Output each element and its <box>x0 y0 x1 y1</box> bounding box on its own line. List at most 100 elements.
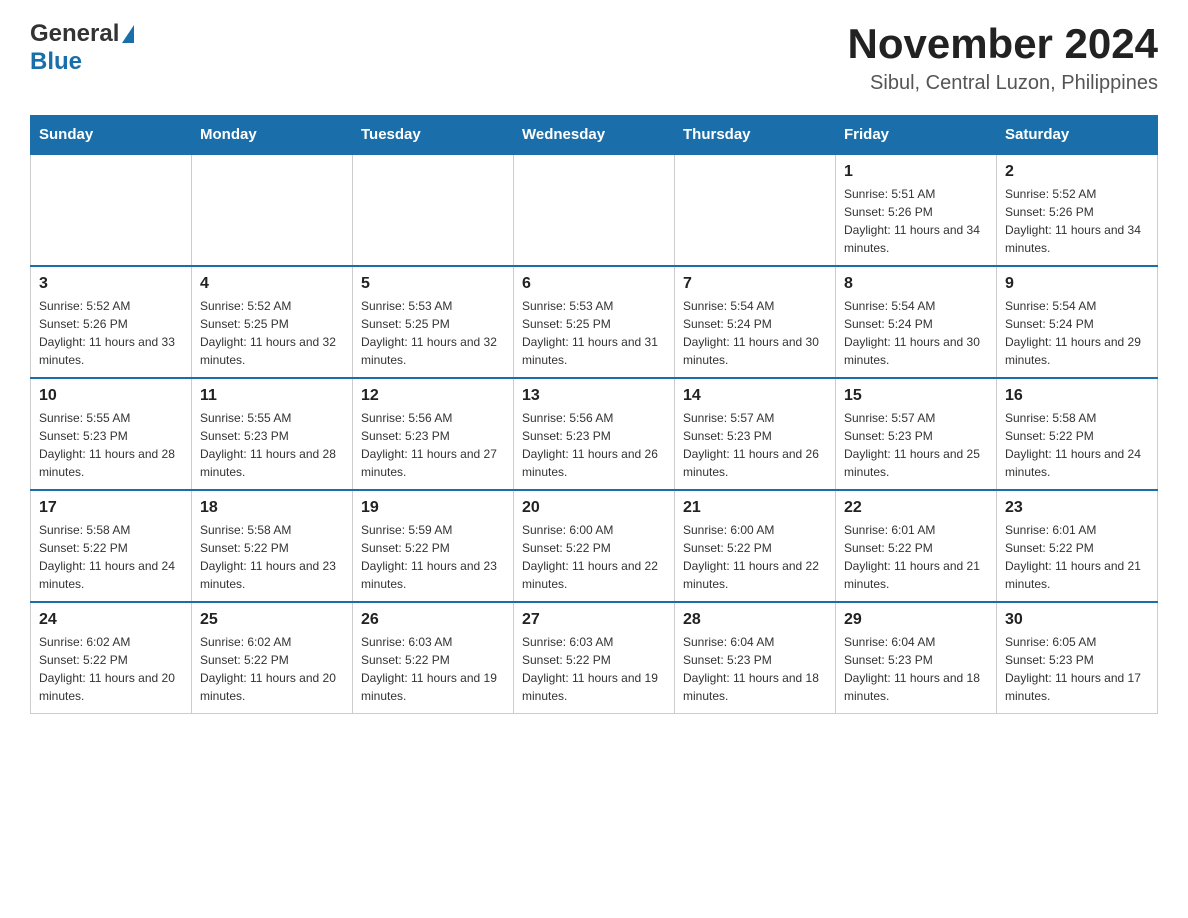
calendar-week-4: 24 Sunrise: 6:02 AMSunset: 5:22 PMDayligh… <box>31 602 1158 714</box>
day-number: 20 <box>522 499 666 517</box>
day-number: 13 <box>522 387 666 405</box>
calendar-cell: 9 Sunrise: 5:54 AMSunset: 5:24 PMDaylight… <box>997 266 1158 378</box>
day-number: 23 <box>1005 499 1149 517</box>
calendar-cell: 2 Sunrise: 5:52 AMSunset: 5:26 PMDaylight… <box>997 154 1158 266</box>
column-header-sunday: Sunday <box>31 116 192 155</box>
logo-triangle-icon <box>122 25 134 43</box>
day-info: Sunrise: 5:51 AMSunset: 5:26 PMDaylight:… <box>844 185 988 257</box>
calendar-cell: 7 Sunrise: 5:54 AMSunset: 5:24 PMDaylight… <box>675 266 836 378</box>
day-number: 12 <box>361 387 505 405</box>
day-number: 1 <box>844 163 988 181</box>
day-number: 5 <box>361 275 505 293</box>
calendar-cell: 18 Sunrise: 5:58 AMSunset: 5:22 PMDayligh… <box>192 490 353 602</box>
calendar-cell: 16 Sunrise: 5:58 AMSunset: 5:22 PMDayligh… <box>997 378 1158 490</box>
day-number: 25 <box>200 611 344 629</box>
day-info: Sunrise: 6:01 AMSunset: 5:22 PMDaylight:… <box>1005 521 1149 593</box>
column-header-monday: Monday <box>192 116 353 155</box>
calendar-week-0: 1 Sunrise: 5:51 AMSunset: 5:26 PMDaylight… <box>31 154 1158 266</box>
calendar-cell: 29 Sunrise: 6:04 AMSunset: 5:23 PMDayligh… <box>836 602 997 714</box>
day-info: Sunrise: 5:57 AMSunset: 5:23 PMDaylight:… <box>683 409 827 481</box>
day-number: 7 <box>683 275 827 293</box>
day-info: Sunrise: 5:53 AMSunset: 5:25 PMDaylight:… <box>522 297 666 369</box>
calendar-header: SundayMondayTuesdayWednesdayThursdayFrid… <box>31 116 1158 155</box>
calendar-cell: 24 Sunrise: 6:02 AMSunset: 5:22 PMDayligh… <box>31 602 192 714</box>
day-info: Sunrise: 6:03 AMSunset: 5:22 PMDaylight:… <box>361 633 505 705</box>
calendar-cell: 28 Sunrise: 6:04 AMSunset: 5:23 PMDayligh… <box>675 602 836 714</box>
day-number: 8 <box>844 275 988 293</box>
day-number: 18 <box>200 499 344 517</box>
day-number: 9 <box>1005 275 1149 293</box>
page-header: General Blue November 2024 Sibul, Centra… <box>30 20 1158 95</box>
day-info: Sunrise: 5:58 AMSunset: 5:22 PMDaylight:… <box>1005 409 1149 481</box>
logo: General Blue <box>30 20 134 76</box>
calendar-cell: 12 Sunrise: 5:56 AMSunset: 5:23 PMDayligh… <box>353 378 514 490</box>
calendar-cell: 23 Sunrise: 6:01 AMSunset: 5:22 PMDayligh… <box>997 490 1158 602</box>
day-info: Sunrise: 6:00 AMSunset: 5:22 PMDaylight:… <box>522 521 666 593</box>
calendar-cell <box>675 154 836 266</box>
calendar-cell <box>192 154 353 266</box>
calendar-cell <box>353 154 514 266</box>
calendar-cell: 3Sunrise: 5:52 AMSunset: 5:26 PMDaylight… <box>31 266 192 378</box>
day-number: 2 <box>1005 163 1149 181</box>
calendar-title: November 2024 <box>847 20 1158 68</box>
day-info: Sunrise: 6:03 AMSunset: 5:22 PMDaylight:… <box>522 633 666 705</box>
calendar-cell: 11 Sunrise: 5:55 AMSunset: 5:23 PMDayligh… <box>192 378 353 490</box>
day-number: 27 <box>522 611 666 629</box>
calendar-cell: 8 Sunrise: 5:54 AMSunset: 5:24 PMDaylight… <box>836 266 997 378</box>
day-number: 17 <box>39 499 183 517</box>
day-info: Sunrise: 5:54 AMSunset: 5:24 PMDaylight:… <box>683 297 827 369</box>
day-number: 29 <box>844 611 988 629</box>
day-number: 24 <box>39 611 183 629</box>
calendar-cell: 1 Sunrise: 5:51 AMSunset: 5:26 PMDaylight… <box>836 154 997 266</box>
day-number: 28 <box>683 611 827 629</box>
calendar-cell: 30 Sunrise: 6:05 AMSunset: 5:23 PMDayligh… <box>997 602 1158 714</box>
day-info: Sunrise: 5:54 AMSunset: 5:24 PMDaylight:… <box>844 297 988 369</box>
day-info: Sunrise: 5:54 AMSunset: 5:24 PMDaylight:… <box>1005 297 1149 369</box>
calendar-cell: 6 Sunrise: 5:53 AMSunset: 5:25 PMDaylight… <box>514 266 675 378</box>
day-info: Sunrise: 6:04 AMSunset: 5:23 PMDaylight:… <box>683 633 827 705</box>
calendar-cell: 20 Sunrise: 6:00 AMSunset: 5:22 PMDayligh… <box>514 490 675 602</box>
calendar-body: 1 Sunrise: 5:51 AMSunset: 5:26 PMDaylight… <box>31 154 1158 714</box>
calendar-week-1: 3Sunrise: 5:52 AMSunset: 5:26 PMDaylight… <box>31 266 1158 378</box>
day-info: Sunrise: 5:52 AMSunset: 5:25 PMDaylight:… <box>200 297 344 369</box>
day-number: 21 <box>683 499 827 517</box>
calendar-cell <box>31 154 192 266</box>
calendar-table: SundayMondayTuesdayWednesdayThursdayFrid… <box>30 115 1158 714</box>
calendar-subtitle: Sibul, Central Luzon, Philippines <box>847 72 1158 95</box>
calendar-cell: 14Sunrise: 5:57 AMSunset: 5:23 PMDayligh… <box>675 378 836 490</box>
day-info: Sunrise: 5:58 AMSunset: 5:22 PMDaylight:… <box>200 521 344 593</box>
column-header-friday: Friday <box>836 116 997 155</box>
day-info: Sunrise: 6:01 AMSunset: 5:22 PMDaylight:… <box>844 521 988 593</box>
column-header-tuesday: Tuesday <box>353 116 514 155</box>
calendar-cell: 21 Sunrise: 6:00 AMSunset: 5:22 PMDayligh… <box>675 490 836 602</box>
calendar-cell: 26Sunrise: 6:03 AMSunset: 5:22 PMDayligh… <box>353 602 514 714</box>
calendar-cell: 13Sunrise: 5:56 AMSunset: 5:23 PMDayligh… <box>514 378 675 490</box>
day-number: 30 <box>1005 611 1149 629</box>
day-info: Sunrise: 5:59 AMSunset: 5:22 PMDaylight:… <box>361 521 505 593</box>
day-number: 6 <box>522 275 666 293</box>
logo-general-text: General <box>30 20 119 48</box>
title-block: November 2024 Sibul, Central Luzon, Phil… <box>847 20 1158 95</box>
day-info: Sunrise: 5:56 AMSunset: 5:23 PMDaylight:… <box>361 409 505 481</box>
calendar-cell: 15Sunrise: 5:57 AMSunset: 5:23 PMDayligh… <box>836 378 997 490</box>
calendar-cell <box>514 154 675 266</box>
day-info: Sunrise: 5:53 AMSunset: 5:25 PMDaylight:… <box>361 297 505 369</box>
day-info: Sunrise: 6:02 AMSunset: 5:22 PMDaylight:… <box>200 633 344 705</box>
day-info: Sunrise: 6:05 AMSunset: 5:23 PMDaylight:… <box>1005 633 1149 705</box>
calendar-week-3: 17 Sunrise: 5:58 AMSunset: 5:22 PMDayligh… <box>31 490 1158 602</box>
day-info: Sunrise: 5:55 AMSunset: 5:23 PMDaylight:… <box>200 409 344 481</box>
column-header-saturday: Saturday <box>997 116 1158 155</box>
day-info: Sunrise: 5:52 AMSunset: 5:26 PMDaylight:… <box>39 297 183 369</box>
day-number: 11 <box>200 387 344 405</box>
calendar-cell: 27 Sunrise: 6:03 AMSunset: 5:22 PMDayligh… <box>514 602 675 714</box>
calendar-cell: 10Sunrise: 5:55 AMSunset: 5:23 PMDayligh… <box>31 378 192 490</box>
calendar-cell: 22Sunrise: 6:01 AMSunset: 5:22 PMDayligh… <box>836 490 997 602</box>
day-number: 10 <box>39 387 183 405</box>
day-info: Sunrise: 6:04 AMSunset: 5:23 PMDaylight:… <box>844 633 988 705</box>
day-info: Sunrise: 6:00 AMSunset: 5:22 PMDaylight:… <box>683 521 827 593</box>
day-info: Sunrise: 6:02 AMSunset: 5:22 PMDaylight:… <box>39 633 183 705</box>
day-info: Sunrise: 5:52 AMSunset: 5:26 PMDaylight:… <box>1005 185 1149 257</box>
calendar-cell: 19 Sunrise: 5:59 AMSunset: 5:22 PMDayligh… <box>353 490 514 602</box>
day-number: 19 <box>361 499 505 517</box>
day-number: 16 <box>1005 387 1149 405</box>
